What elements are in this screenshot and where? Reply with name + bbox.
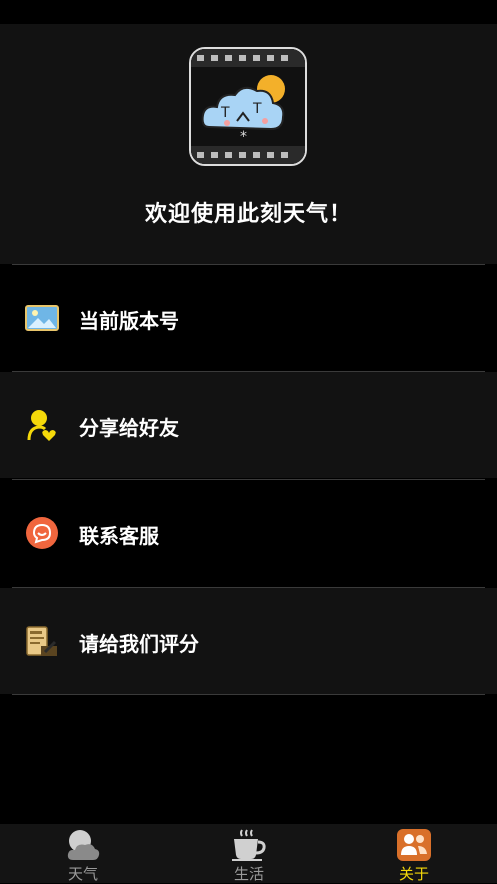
menu-item-label: 请给我们评分 xyxy=(79,632,199,656)
svg-text:T: T xyxy=(220,105,230,121)
chat-smile-icon xyxy=(25,516,59,550)
landscape-picture-icon xyxy=(25,301,59,335)
users-icon xyxy=(396,828,432,862)
menu-item-label: 分享给好友 xyxy=(79,416,179,440)
cloud-moon-icon xyxy=(65,828,101,862)
tab-label: 生活 xyxy=(233,865,264,883)
welcome-title: 欢迎使用此刻天气！ xyxy=(144,202,352,227)
tab-label: 天气 xyxy=(67,865,98,883)
app-logo: T T * xyxy=(189,47,307,166)
coffee-cup-icon xyxy=(231,828,267,862)
status-bar xyxy=(0,0,497,24)
tab-label: 关于 xyxy=(398,865,429,883)
divider xyxy=(12,694,485,695)
svg-text:T: T xyxy=(252,101,262,117)
bottom-tab-bar: 天气 生活 关于 xyxy=(0,824,497,883)
menu-item-version[interactable]: 当前版本号 xyxy=(0,265,497,371)
film-cloud-logo-icon: T T * xyxy=(191,49,305,164)
svg-text:*: * xyxy=(240,129,247,145)
rating-document-icon xyxy=(25,624,59,658)
menu-item-contact[interactable]: 联系客服 xyxy=(0,480,497,586)
tab-weather[interactable]: 天气 xyxy=(0,824,166,883)
menu-item-label: 联系客服 xyxy=(79,524,159,548)
menu-item-share[interactable]: 分享给好友 xyxy=(0,372,497,478)
menu-item-label: 当前版本号 xyxy=(79,309,179,333)
tab-life[interactable]: 生活 xyxy=(166,824,332,883)
menu-item-rate[interactable]: 请给我们评分 xyxy=(0,588,497,694)
tab-about[interactable]: 关于 xyxy=(331,824,497,883)
user-heart-icon xyxy=(25,408,59,442)
